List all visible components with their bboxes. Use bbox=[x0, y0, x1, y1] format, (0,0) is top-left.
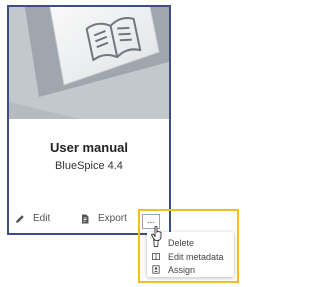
card-title[interactable]: User manual bbox=[9, 140, 169, 155]
export-document-icon bbox=[80, 214, 90, 224]
export-button[interactable]: Export bbox=[80, 213, 127, 224]
menu-item-assign-label: Assign bbox=[168, 264, 196, 275]
book-icon bbox=[152, 252, 160, 261]
keyboard-key-illustration bbox=[9, 7, 169, 119]
book-card: User manual BlueSpice 4.4 bbox=[7, 5, 171, 235]
menu-item-edit-metadata-label: Edit metadata bbox=[168, 251, 224, 262]
export-label: Export bbox=[98, 213, 127, 224]
edit-button[interactable]: Edit bbox=[15, 213, 50, 224]
menu-item-edit-metadata[interactable]: Edit metadata bbox=[147, 250, 234, 263]
more-options-label: ... bbox=[146, 215, 156, 226]
card-subtitle: BlueSpice 4.4 bbox=[55, 160, 123, 172]
menu-item-delete-label: Delete bbox=[168, 237, 195, 248]
menu-item-assign[interactable]: Assign bbox=[147, 263, 234, 276]
hand-pointer-cursor-icon bbox=[151, 226, 163, 241]
assign-icon bbox=[152, 265, 160, 274]
book-cover-image bbox=[9, 7, 169, 119]
edit-label: Edit bbox=[33, 213, 51, 224]
pencil-icon bbox=[15, 214, 25, 224]
